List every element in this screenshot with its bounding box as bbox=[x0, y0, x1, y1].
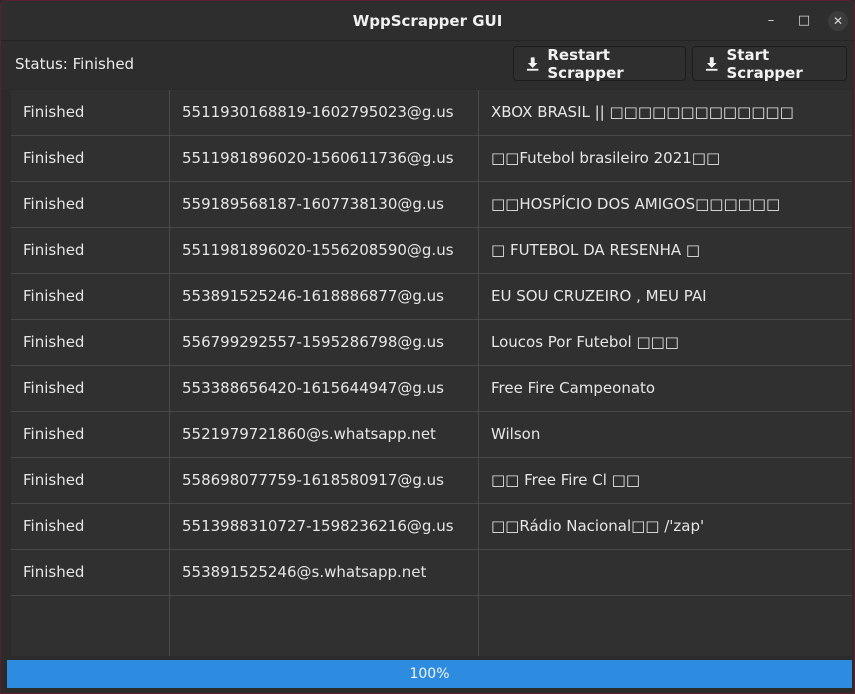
table-row[interactable]: Finished 556799292557-1595286798@g.us Louc… bbox=[11, 320, 852, 366]
status-cell: Finished bbox=[23, 195, 85, 213]
status-cell: Finished bbox=[23, 379, 85, 397]
progress-bar: 100% bbox=[7, 660, 852, 688]
status-cell: Finished bbox=[23, 287, 85, 305]
group-name-cell: XBOX BRASIL || □□□□□□□□□□□□□ bbox=[491, 103, 794, 121]
table-row[interactable]: Finished 5511981896020-1560611736@g.us □□F… bbox=[11, 136, 852, 182]
table-row[interactable]: Finished 553891525246@s.whatsapp.net bbox=[11, 550, 852, 596]
group-name-cell: □□Rádio Nacional□□ /'zap' bbox=[491, 517, 705, 535]
jid-cell: 5511930168819-1602795023@g.us bbox=[182, 103, 454, 121]
group-name-cell: Wilson bbox=[491, 425, 541, 443]
restart-scrapper-label: Restart Scrapper bbox=[547, 45, 624, 82]
group-name-cell: □□HOSPÍCIO DOS AMIGOS□□□□□□ bbox=[491, 195, 781, 213]
start-scrapper-button[interactable]: Start Scrapper bbox=[692, 45, 847, 82]
status-cell: Finished bbox=[23, 333, 85, 351]
group-name-cell: □ FUTEBOL DA RESENHA □ bbox=[491, 241, 701, 259]
status-cell: Finished bbox=[23, 471, 85, 489]
group-name-cell: Free Fire Campeonato bbox=[491, 379, 656, 397]
progress-label: 100% bbox=[409, 666, 450, 682]
table-row[interactable]: Finished 5513988310727-1598236216@g.us □□R… bbox=[11, 504, 852, 550]
jid-cell: 5521979721860@s.whatsapp.net bbox=[182, 425, 436, 443]
jid-cell: 5513988310727-1598236216@g.us bbox=[182, 517, 454, 535]
minimize-button[interactable]: – bbox=[761, 11, 781, 31]
jid-cell: 558698077759-1618580917@g.us bbox=[182, 471, 444, 489]
download-icon bbox=[526, 56, 539, 71]
table-row[interactable]: Finished 553891525246-1618886877@g.us EU S… bbox=[11, 274, 852, 320]
close-button[interactable]: ✕ bbox=[828, 11, 848, 31]
results-table[interactable]: Finished 5511930168819-1602795023@g.us XBO… bbox=[11, 90, 852, 656]
jid-cell: 5511981896020-1560611736@g.us bbox=[182, 149, 454, 167]
jid-cell: 556799292557-1595286798@g.us bbox=[182, 333, 444, 351]
jid-cell: 5511981896020-1556208590@g.us bbox=[182, 241, 454, 259]
restart-scrapper-button[interactable]: Restart Scrapper bbox=[513, 45, 686, 82]
download-icon bbox=[705, 56, 718, 71]
maximize-button[interactable]: □ bbox=[794, 11, 814, 31]
status-cell: Finished bbox=[23, 103, 85, 121]
status-label: Status: Finished bbox=[15, 55, 135, 73]
table-row[interactable]: Finished 5521979721860@s.whatsapp.net Wils… bbox=[11, 412, 852, 458]
status-cell: Finished bbox=[23, 149, 85, 167]
title-bar[interactable]: WppScrapper GUI – □ ✕ bbox=[1, 1, 854, 41]
status-cell: Finished bbox=[23, 563, 85, 581]
window-title: WppScrapper GUI bbox=[352, 12, 503, 30]
status-cell: Finished bbox=[23, 517, 85, 535]
status-cell: Finished bbox=[23, 425, 85, 443]
app-window: WppScrapper GUI – □ ✕ Status: Finished R… bbox=[0, 0, 855, 694]
group-name-cell: □□ Free Fire Cl □□ bbox=[491, 471, 641, 489]
table-row[interactable]: Finished 559189568187-1607738130@g.us □□HO… bbox=[11, 182, 852, 228]
column-divider bbox=[169, 90, 170, 656]
jid-cell: 553891525246-1618886877@g.us bbox=[182, 287, 444, 305]
table-row[interactable]: Finished 553388656420-1615644947@g.us Free… bbox=[11, 366, 852, 412]
table-row[interactable]: Finished 5511930168819-1602795023@g.us XBO… bbox=[11, 90, 852, 136]
group-name-cell: □□Futebol brasileiro 2021□□ bbox=[491, 149, 721, 167]
table-row[interactable]: Finished 558698077759-1618580917@g.us □□ F… bbox=[11, 458, 852, 504]
group-name-cell: Loucos Por Futebol □□□ bbox=[491, 333, 679, 351]
group-name-cell: EU SOU CRUZEIRO , MEU PAI bbox=[491, 287, 707, 305]
group-name-cell bbox=[491, 550, 846, 595]
jid-cell: 553891525246@s.whatsapp.net bbox=[182, 563, 427, 581]
toolbar: Status: Finished Restart Scrapper Start … bbox=[1, 41, 854, 89]
jid-cell: 559189568187-1607738130@g.us bbox=[182, 195, 444, 213]
table-row[interactable]: Finished 5511981896020-1556208590@g.us □ F… bbox=[11, 228, 852, 274]
status-cell: Finished bbox=[23, 241, 85, 259]
start-scrapper-label: Start Scrapper bbox=[726, 45, 803, 82]
column-divider bbox=[478, 90, 479, 656]
jid-cell: 553388656420-1615644947@g.us bbox=[182, 379, 444, 397]
